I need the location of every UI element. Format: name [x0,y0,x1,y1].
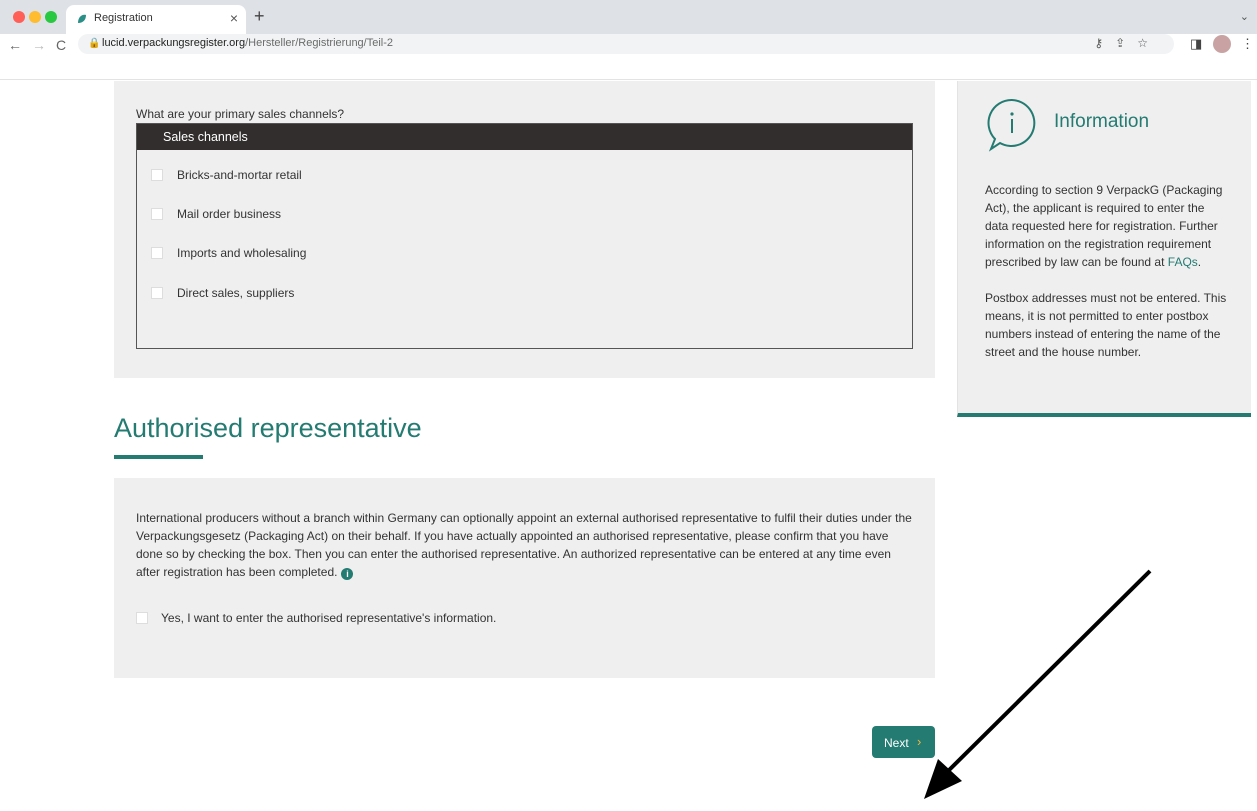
information-panel: Information According to section 9 Verpa… [957,81,1251,417]
url-domain: lucid.verpackungsregister.org [102,37,246,49]
browser-toolbar: ← → C 🔒 lucid.verpackungsregister.org/He… [0,34,1257,80]
option-label: Mail order business [177,207,282,221]
section-title: Authorised representative [114,413,422,443]
sales-channels-header: Sales channels [137,124,912,150]
information-title: Information [1054,111,1150,132]
description-text: International producers without a branch… [136,511,912,579]
profile-avatar[interactable] [1213,35,1231,53]
tab-title: Registration [94,12,153,24]
more-menu-icon[interactable]: ⋮ [1241,36,1254,52]
checkbox-label: Yes, I want to enter the authorised repr… [161,611,497,625]
bookmark-star-icon[interactable]: ☆ [1137,36,1160,50]
information-text: According to section 9 VerpackG (Packagi… [985,181,1229,361]
checkbox[interactable] [151,287,163,299]
close-window-button[interactable] [13,11,25,23]
checkbox[interactable] [151,208,163,220]
reload-icon[interactable]: C [56,37,66,53]
browser-tab-bar: Registration × + ⌄ [0,0,1257,34]
new-tab-icon[interactable]: + [254,6,265,27]
next-button[interactable]: Next › [872,726,935,758]
maximize-window-button[interactable] [45,11,57,23]
next-button-label: Next [884,736,909,750]
tab-search-chevron-icon[interactable]: ⌄ [1240,10,1249,23]
lock-icon: 🔒 [88,38,101,49]
address-bar[interactable]: 🔒 lucid.verpackungsregister.org/Herstell… [78,34,1174,54]
back-arrow-icon[interactable]: ← [8,37,22,53]
checkbox[interactable] [136,612,148,624]
sales-channels-panel: What are your primary sales channels? Sa… [114,81,935,378]
option-label: Bricks-and-mortar retail [177,168,302,182]
site-favicon-icon [78,14,86,23]
checkbox[interactable] [151,247,163,259]
chevron-right-icon: › [917,734,922,749]
page-content: What are your primary sales channels? Sa… [0,81,1257,799]
forward-arrow-icon[interactable]: → [32,37,46,53]
information-paragraph-2: Postbox addresses must not be entered. T… [985,291,1227,359]
minimize-window-button[interactable] [29,11,41,23]
option-label: Direct sales, suppliers [177,286,295,300]
share-icon[interactable]: ⇪ [1115,36,1137,50]
url-path: /Hersteller/Registrierung/Teil-2 [245,37,394,49]
sales-channels-box: Sales channels Bricks-and-mortar retail … [136,123,913,349]
information-paragraph-1: According to section 9 VerpackG (Packagi… [985,181,1229,271]
checkbox[interactable] [151,169,163,181]
sales-question: What are your primary sales channels? [136,107,345,121]
information-text-part: . [1197,255,1202,269]
option-label: Imports and wholesaling [177,246,307,260]
representative-description: International producers without a branch… [136,509,916,581]
side-panel-icon[interactable]: ◨ [1190,36,1202,52]
section-underline [114,455,203,459]
key-icon[interactable]: ⚷ [1094,36,1115,50]
url-text: lucid.verpackungsregister.org/Hersteller… [102,37,393,49]
representative-panel: International producers without a branch… [114,478,935,678]
faqs-link[interactable]: FAQs [1168,255,1198,269]
info-icon[interactable]: i [341,568,354,580]
browser-tab[interactable]: Registration × [66,5,246,34]
info-bubble-icon [987,98,1036,152]
close-tab-icon[interactable]: × [230,10,238,26]
